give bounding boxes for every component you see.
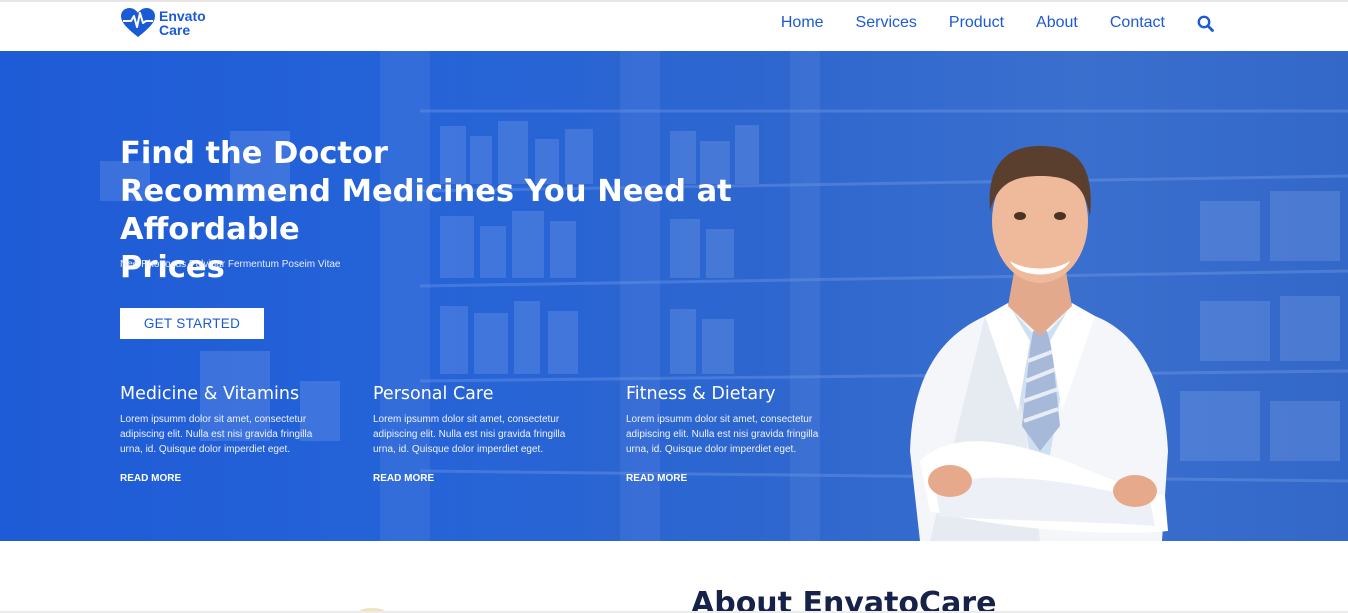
brand-name: Envato Care: [159, 9, 206, 37]
hero-section: Find the Doctor Recommend Medicines You …: [0, 51, 1348, 541]
nav-home[interactable]: Home: [781, 14, 824, 32]
nav-contact[interactable]: Contact: [1110, 14, 1165, 32]
hero-subtitle: Nee Rhonocus Pulvinar Fermentum Poseim V…: [120, 259, 341, 270]
brand-line-2: Care: [159, 22, 191, 38]
feature-medicine-vitamins: Medicine & Vitamins Lorem ipsumm dolor s…: [120, 384, 340, 484]
nav-about[interactable]: About: [1036, 14, 1078, 32]
read-more-link[interactable]: READ MORE: [626, 473, 687, 484]
logo[interactable]: Envato Care: [120, 7, 206, 39]
feature-title: Medicine & Vitamins: [120, 384, 300, 404]
hero-title-line-1: Find the Doctor: [120, 136, 388, 171]
feature-text: Lorem ipsumm dolor sit amet, consectetur…: [626, 414, 819, 455]
about-section-title: About EnvatoCare: [691, 586, 997, 613]
site-header: Envato Care Home Services Product About …: [0, 2, 1348, 51]
search-icon[interactable]: [1197, 15, 1214, 32]
feature-personal-care: Personal Care Lorem ipsumm dolor sit ame…: [373, 384, 593, 484]
read-more-link[interactable]: READ MORE: [120, 473, 181, 484]
feature-title: Personal Care: [373, 384, 494, 404]
nav-services[interactable]: Services: [856, 14, 917, 32]
feature-title: Fitness & Dietary: [626, 384, 776, 404]
main-nav: Home Services Product About Contact: [781, 14, 1214, 32]
hero-title-line-2: Recommend Medicines You Need at Affordab…: [120, 174, 732, 247]
feature-text: Lorem ipsumm dolor sit amet, consectetur…: [373, 414, 566, 455]
doctor-image: [910, 146, 1168, 541]
nav-product[interactable]: Product: [949, 14, 1004, 32]
read-more-link[interactable]: READ MORE: [373, 473, 434, 484]
brand-line-1: Envato: [159, 8, 206, 24]
get-started-button[interactable]: GET STARTED: [120, 308, 264, 339]
feature-text: Lorem ipsumm dolor sit amet, consectetur…: [120, 414, 313, 455]
feature-fitness-dietary: Fitness & Dietary Lorem ipsumm dolor sit…: [626, 384, 846, 484]
heart-pulse-icon: [121, 8, 155, 37]
